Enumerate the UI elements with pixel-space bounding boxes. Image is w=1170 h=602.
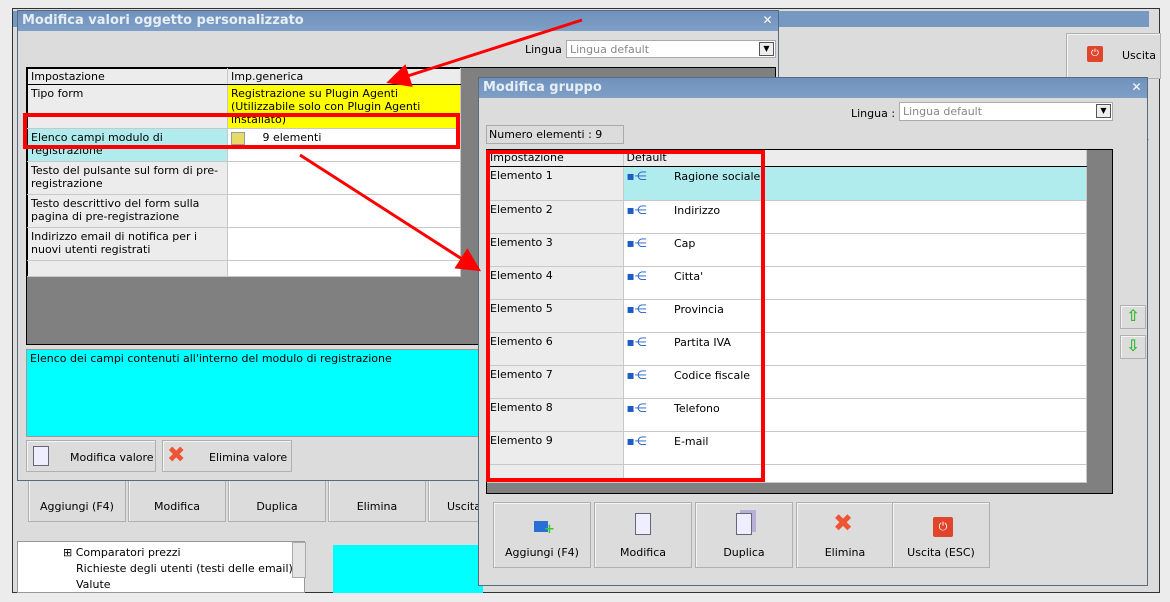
annotation-arrows <box>299 18 583 272</box>
arrow <box>299 153 482 272</box>
arrow <box>386 18 583 87</box>
